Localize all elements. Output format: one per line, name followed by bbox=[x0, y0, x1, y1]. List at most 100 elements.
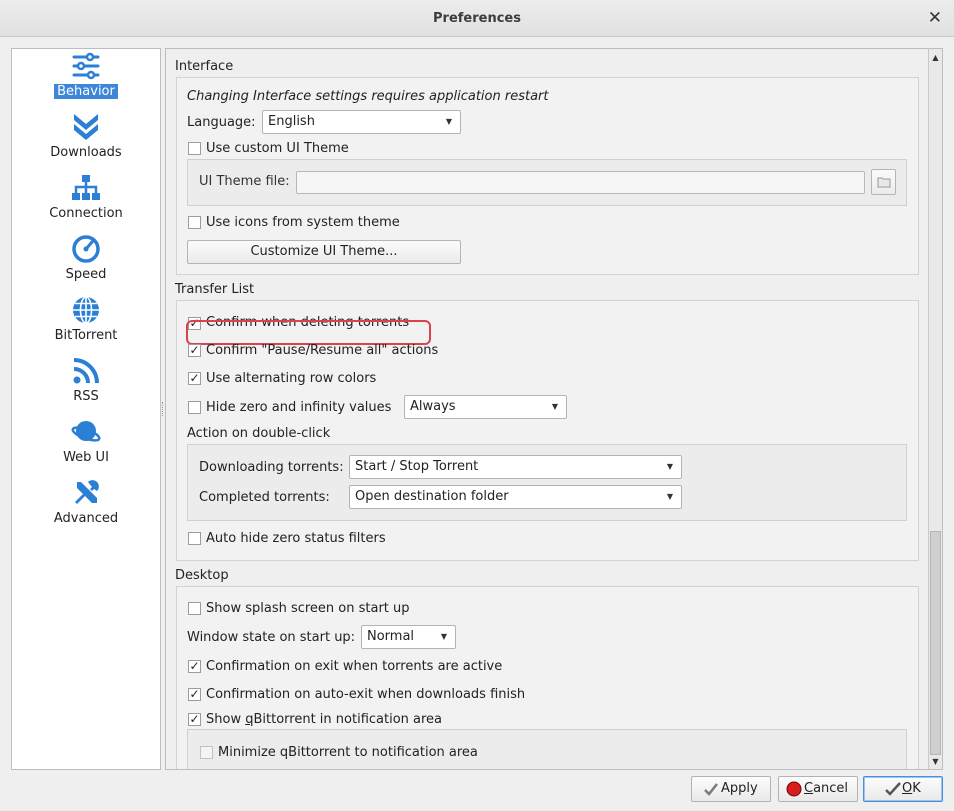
cancel-button-label: Cancel bbox=[804, 777, 848, 801]
window-state-value: Normal bbox=[367, 629, 415, 644]
settings-scroll-area: Interface Changing Interface settings re… bbox=[165, 48, 943, 770]
system-icons-label: Use icons from system theme bbox=[206, 215, 400, 230]
theme-file-input[interactable] bbox=[296, 171, 865, 194]
cancel-icon bbox=[786, 781, 802, 806]
desktop-group-title: Desktop bbox=[175, 568, 229, 583]
hide-zero-checkbox[interactable] bbox=[188, 401, 201, 414]
planet-icon bbox=[71, 421, 101, 442]
rss-icon bbox=[73, 358, 99, 384]
language-select-value: English bbox=[268, 114, 315, 129]
apply-button[interactable]: Apply bbox=[691, 776, 771, 802]
minimize-tray-label: Minimize qBittorrent to notification are… bbox=[218, 745, 478, 760]
sidebar-item-downloads[interactable]: Downloads bbox=[12, 112, 160, 160]
hide-zero-label: Hide zero and infinity values bbox=[206, 400, 392, 415]
custom-theme-label: Use custom UI Theme bbox=[206, 141, 349, 156]
sidebar-item-webui[interactable]: Web UI bbox=[12, 417, 160, 465]
sidebar-item-bittorrent[interactable]: BitTorrent bbox=[12, 295, 160, 343]
ok-button-label-rest: K bbox=[912, 781, 921, 796]
show-tray-label: Show qBittorrent in notification area bbox=[206, 712, 442, 727]
cancel-button-mnemonic: C bbox=[804, 781, 814, 796]
double-chevron-down-icon bbox=[74, 114, 98, 140]
splash-label: Show splash screen on start up bbox=[206, 601, 410, 616]
speedometer-icon bbox=[72, 235, 100, 263]
downloading-action-value: Start / Stop Torrent bbox=[355, 459, 479, 474]
checkmark-icon bbox=[703, 781, 719, 806]
vertical-scrollbar[interactable]: ▲ ▼ bbox=[928, 49, 942, 769]
sidebar-item-label: RSS bbox=[73, 389, 99, 404]
confirm-auto-exit-label: Confirmation on auto-exit when downloads… bbox=[206, 687, 526, 702]
language-label: Language: bbox=[187, 115, 256, 130]
ok-hand-icon bbox=[884, 781, 902, 806]
transfer-list-group-title: Transfer List bbox=[175, 282, 255, 297]
alternating-rows-checkbox[interactable]: ✓ bbox=[188, 372, 201, 385]
confirm-pause-label: Confirm "Pause/Resume all" actions bbox=[206, 343, 439, 358]
alternating-rows-label: Use alternating row colors bbox=[206, 371, 377, 386]
scroll-down-icon[interactable]: ▼ bbox=[929, 755, 942, 768]
double-click-title: Action on double-click bbox=[187, 426, 331, 441]
highlight-annotation bbox=[186, 320, 431, 345]
show-tray-label-pre: Show bbox=[206, 712, 246, 727]
sidebar-item-label: Web UI bbox=[63, 450, 109, 465]
splash-checkbox[interactable] bbox=[188, 602, 201, 615]
chevron-down-icon: ▼ bbox=[445, 117, 452, 126]
chevron-down-icon: ▼ bbox=[551, 402, 558, 411]
sidebar-item-label: Downloads bbox=[50, 145, 122, 160]
sidebar-item-connection[interactable]: Connection bbox=[12, 173, 160, 221]
show-tray-label-post: Bittorrent in notification area bbox=[253, 712, 443, 727]
globe-icon bbox=[73, 296, 99, 324]
folder-icon bbox=[877, 177, 890, 188]
scroll-up-icon[interactable]: ▲ bbox=[929, 51, 942, 64]
close-icon[interactable]: ✕ bbox=[928, 0, 942, 37]
cancel-button[interactable]: Cancel bbox=[778, 776, 858, 802]
theme-file-label: UI Theme file: bbox=[199, 174, 290, 189]
sliders-icon bbox=[72, 52, 100, 80]
downloading-action-select[interactable]: Start / Stop Torrent ▼ bbox=[349, 455, 682, 479]
confirm-exit-checkbox[interactable]: ✓ bbox=[188, 660, 201, 673]
downloading-label: Downloading torrents: bbox=[199, 460, 344, 475]
sidebar-item-advanced[interactable]: Advanced bbox=[12, 478, 160, 526]
custom-theme-checkbox[interactable] bbox=[188, 142, 201, 155]
window-state-select[interactable]: Normal ▼ bbox=[361, 625, 456, 649]
customize-theme-button[interactable]: Customize UI Theme... bbox=[187, 240, 461, 264]
hide-zero-mode-select[interactable]: Always ▼ bbox=[404, 395, 567, 419]
apply-button-label: Apply bbox=[721, 781, 758, 796]
ok-button-mnemonic: O bbox=[902, 781, 913, 796]
ok-button-label: OK bbox=[902, 777, 921, 801]
sidebar-item-speed[interactable]: Speed bbox=[12, 234, 160, 282]
confirm-exit-label: Confirmation on exit when torrents are a… bbox=[206, 659, 503, 674]
title-bar: Preferences ✕ bbox=[0, 0, 954, 37]
sidebar-item-label: Behavior bbox=[54, 84, 118, 99]
system-icons-checkbox[interactable] bbox=[188, 216, 201, 229]
chevron-down-icon: ▼ bbox=[666, 492, 673, 501]
window-state-label: Window state on start up: bbox=[187, 630, 356, 645]
completed-action-value: Open destination folder bbox=[355, 489, 509, 504]
language-select[interactable]: English ▼ bbox=[262, 110, 461, 134]
hide-zero-mode-value: Always bbox=[410, 399, 456, 414]
completed-label: Completed torrents: bbox=[199, 490, 330, 505]
sidebar-item-rss[interactable]: RSS bbox=[12, 356, 160, 404]
scrollbar-thumb[interactable] bbox=[930, 531, 941, 755]
sidebar-item-label: Advanced bbox=[53, 511, 119, 526]
ok-button[interactable]: OK bbox=[863, 776, 943, 802]
sidebar-item-label: BitTorrent bbox=[54, 328, 118, 343]
minimize-tray-checkbox[interactable] bbox=[200, 746, 213, 759]
completed-action-select[interactable]: Open destination folder ▼ bbox=[349, 485, 682, 509]
tools-icon bbox=[75, 480, 99, 504]
confirm-pause-checkbox[interactable]: ✓ bbox=[188, 344, 201, 357]
auto-hide-label: Auto hide zero status filters bbox=[206, 531, 386, 546]
cancel-button-label-rest: ancel bbox=[813, 781, 849, 796]
chevron-down-icon: ▼ bbox=[666, 462, 673, 471]
sidebar-item-label: Connection bbox=[49, 206, 123, 221]
category-sidebar: Behavior Downloads Connection Speed BitT… bbox=[11, 48, 161, 770]
window-title: Preferences bbox=[433, 11, 521, 26]
chevron-down-icon: ▼ bbox=[440, 632, 447, 641]
auto-hide-checkbox[interactable] bbox=[188, 532, 201, 545]
show-tray-checkbox[interactable]: ✓ bbox=[188, 713, 201, 726]
restart-note: Changing Interface settings requires app… bbox=[187, 89, 549, 104]
confirm-auto-exit-checkbox[interactable]: ✓ bbox=[188, 688, 201, 701]
browse-button[interactable] bbox=[871, 169, 896, 195]
sidebar-item-label: Speed bbox=[65, 267, 107, 282]
network-icon bbox=[72, 175, 100, 200]
sidebar-item-behavior[interactable]: Behavior bbox=[12, 51, 160, 99]
interface-group-title: Interface bbox=[175, 59, 234, 74]
